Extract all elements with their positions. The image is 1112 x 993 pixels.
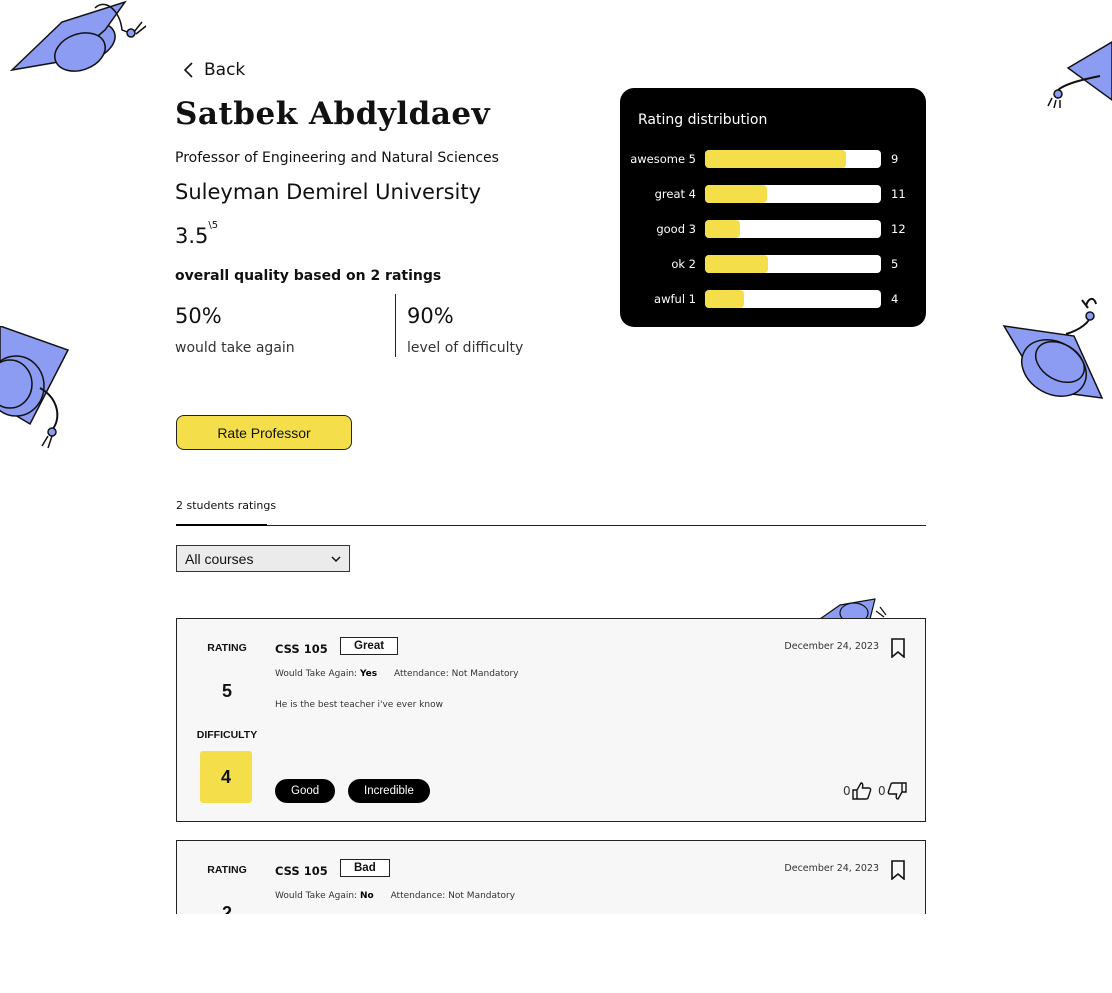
course-code: CSS 105 [275,864,328,878]
attendance-text: Attendance: Not Mandatory [394,669,519,679]
rate-professor-button[interactable]: Rate Professor [176,415,352,450]
distribution-bar-track [705,220,881,238]
distribution-count: 12 [891,222,906,236]
distribution-bar-fill [705,290,744,308]
course-filter-select[interactable]: All courses [176,545,350,572]
rating-meta: Would Take Again: Yes Attendance: Not Ma… [275,669,519,679]
bookmark-icon[interactable] [890,860,906,880]
distribution-bar-track [705,185,881,203]
distribution-bar-fill [705,150,846,168]
distribution-label: ok 2 [671,257,696,271]
graduation-cap-icon [1002,298,1104,399]
difficulty-value: 4 [200,751,252,803]
distribution-label: awesome 5 [630,152,696,166]
rating-header: RATING [207,642,247,654]
back-label: Back [204,60,246,80]
course-code: CSS 105 [275,642,328,656]
rating-meta: Would Take Again: No Attendance: Not Man… [275,891,515,901]
distribution-row: ok 2 5 [620,255,926,273]
tab-divider [176,525,926,526]
quality-badge: Great [340,637,399,655]
tab-student-ratings[interactable]: 2 students ratings [176,499,276,512]
distribution-count: 11 [891,187,906,201]
like-count: 0 [843,784,851,798]
distribution-row: awful 1 4 [620,290,926,308]
stat-divider [395,294,396,357]
thumbs-down-icon [887,782,907,800]
rating-date: December 24, 2023 [784,863,879,874]
distribution-label: great 4 [654,187,696,201]
distribution-bar-fill [705,220,741,238]
back-link[interactable]: Back [182,60,245,80]
quality-badge: Bad [340,859,390,877]
distribution-bar-track [705,255,881,273]
rating-date: December 24, 2023 [784,641,879,652]
tag-incredible: Incredible [348,779,430,803]
graduation-cap-icon [10,0,147,72]
rating-value: 2 [221,903,232,914]
distribution-title: Rating distribution [638,112,768,128]
bookmark-icon[interactable] [890,638,906,658]
rating-value: 5 [221,681,232,701]
like-button[interactable]: 0 [843,782,872,800]
distribution-bar-track [705,150,881,168]
would-take-again-value: Yes [359,669,378,679]
rating-header: RATING [207,864,247,876]
distribution-row: awesome 5 9 [620,150,926,168]
rating-comment: He is the best teacher i've ever know [275,700,443,710]
would-take-again-value: 50% [175,304,222,328]
thumbs-up-icon [851,782,872,800]
course-filter-value: All courses [185,550,254,567]
would-take-again-label: Would Take Again: [275,669,358,679]
dislike-count: 0 [878,784,886,798]
rating-card: RATING 2 CSS 105 Bad December 24, 2023 W… [176,840,926,914]
would-take-again-label: would take again [175,340,295,356]
attendance-text: Attendance: Not Mandatory [390,891,516,901]
rating-distribution-panel: Rating distribution awesome 5 9 great 4 11 g… [620,88,926,327]
distribution-count: 9 [891,152,899,166]
graduation-cap-icon [1047,41,1112,109]
overall-score: 3.5\5 [175,220,218,248]
score-max: \5 [208,220,219,231]
difficulty-value: 90% [407,304,454,328]
university-name: Suleyman Demirel University [175,180,482,204]
based-on-text: overall quality based on 2 ratings [175,268,442,284]
distribution-label: awful 1 [654,292,696,306]
professor-title: Professor of Engineering and Natural Sci… [175,150,499,166]
tag-good: Good [275,779,336,803]
distribution-row: great 4 11 [620,185,926,203]
difficulty-header: DIFFICULTY [196,729,258,741]
rating-card: RATING 5 DIFFICULTY 4 CSS 105 Great Dece… [176,618,926,822]
chevron-left-icon [183,62,193,78]
score-value: 3.5 [175,224,209,248]
would-take-again-value: No [359,891,374,901]
distribution-count: 4 [891,292,899,306]
chevron-down-icon [331,555,341,562]
dislike-button[interactable]: 0 [878,782,907,800]
distribution-bar-track [705,290,881,308]
would-take-again-label: Would Take Again: [275,891,358,901]
active-tab-indicator [176,524,267,526]
distribution-bar-fill [705,255,769,273]
distribution-count: 5 [891,257,899,271]
graduation-cap-icon [0,326,70,449]
difficulty-label: level of difficulty [407,340,524,356]
distribution-label: good 3 [656,222,696,236]
distribution-bar-fill [705,185,767,203]
graduation-cap-icon [820,598,887,619]
professor-name: Satbek Abdyldaev [175,96,491,132]
distribution-row: good 3 12 [620,220,926,238]
